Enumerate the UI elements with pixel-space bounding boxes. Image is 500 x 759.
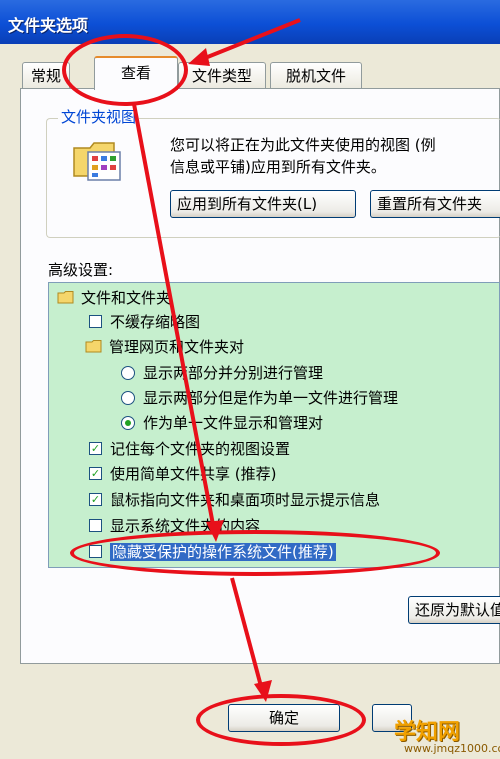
folder-view-icon	[73, 142, 121, 181]
hide-protected-os-files-checkbox[interactable]	[89, 545, 102, 558]
advanced-settings-list[interactable]: 文件和文件夹 不缓存缩略图 管理网页和文件夹对 显示两部分并分别进行管理 显示两…	[48, 282, 500, 568]
show-both-single-file-radio[interactable]	[121, 390, 135, 405]
folder-icon	[85, 340, 102, 353]
list-item-single-file[interactable]: 作为单一文件显示和管理对	[121, 412, 323, 434]
apply-to-all-folders-button[interactable]: 应用到所有文件夹(L)	[170, 190, 356, 218]
list-item-show-both-separately[interactable]: 显示两部分并分别进行管理	[121, 362, 323, 384]
single-file-radio[interactable]	[121, 415, 135, 430]
watermark-url: www.jmqz1000.com	[404, 742, 500, 755]
folder-icon	[57, 291, 74, 304]
advanced-settings-label: 高级设置:	[48, 261, 114, 279]
no-cache-thumbnails-checkbox[interactable]	[89, 315, 102, 328]
folder-views-description: 您可以将正在为此文件夹使用的视图 (例 信息或平铺)应用到所有文件夹。	[170, 134, 436, 178]
list-item-hide-protected-os-files[interactable]: 隐藏受保护的操作系统文件(推荐)	[89, 541, 336, 563]
list-item-files-and-folders: 文件和文件夹	[57, 287, 171, 309]
tab-general[interactable]: 常规	[22, 62, 70, 88]
tab-view[interactable]: 查看	[94, 56, 178, 90]
tab-offline-files[interactable]: 脱机文件	[270, 62, 362, 88]
window-title: 文件夹选项	[8, 16, 89, 35]
list-item-show-system-folders[interactable]: 显示系统文件夹的内容	[89, 515, 260, 537]
reset-all-folders-button[interactable]: 重置所有文件夹	[370, 190, 500, 218]
show-system-folders-checkbox[interactable]	[89, 519, 102, 532]
restore-defaults-button[interactable]: 还原为默认值	[408, 596, 500, 624]
show-tooltips-checkbox[interactable]: ✓	[89, 493, 102, 506]
description-line-1: 您可以将正在为此文件夹使用的视图 (例	[170, 136, 436, 154]
list-item-no-cache-thumbnails[interactable]: 不缓存缩略图	[89, 311, 200, 333]
show-both-separately-radio[interactable]	[121, 365, 135, 380]
description-line-2: 信息或平铺)应用到所有文件夹。	[170, 158, 386, 176]
tab-file-types[interactable]: 文件类型	[178, 62, 266, 88]
list-item-manage-web-folder-pairs: 管理网页和文件夹对	[85, 336, 244, 358]
list-item-simple-file-sharing[interactable]: ✓ 使用简单文件共享 (推荐)	[89, 463, 276, 485]
folder-views-label: 文件夹视图	[58, 106, 140, 127]
site-watermark: 学知网 www.jmqz1000.com	[382, 712, 500, 759]
list-item-show-tooltips[interactable]: ✓ 鼠标指向文件夹和桌面项时显示提示信息	[89, 489, 380, 511]
hide-protected-os-files-label: 隐藏受保护的操作系统文件(推荐)	[110, 543, 336, 561]
list-item-show-both-single-file[interactable]: 显示两部分但是作为单一文件进行管理	[121, 387, 398, 409]
simple-file-sharing-checkbox[interactable]: ✓	[89, 467, 102, 480]
title-bar: 文件夹选项	[0, 0, 500, 44]
list-item-remember-view-settings[interactable]: ✓ 记住每个文件夹的视图设置	[89, 438, 290, 460]
remember-view-settings-checkbox[interactable]: ✓	[89, 442, 102, 455]
ok-button[interactable]: 确定	[228, 704, 340, 732]
